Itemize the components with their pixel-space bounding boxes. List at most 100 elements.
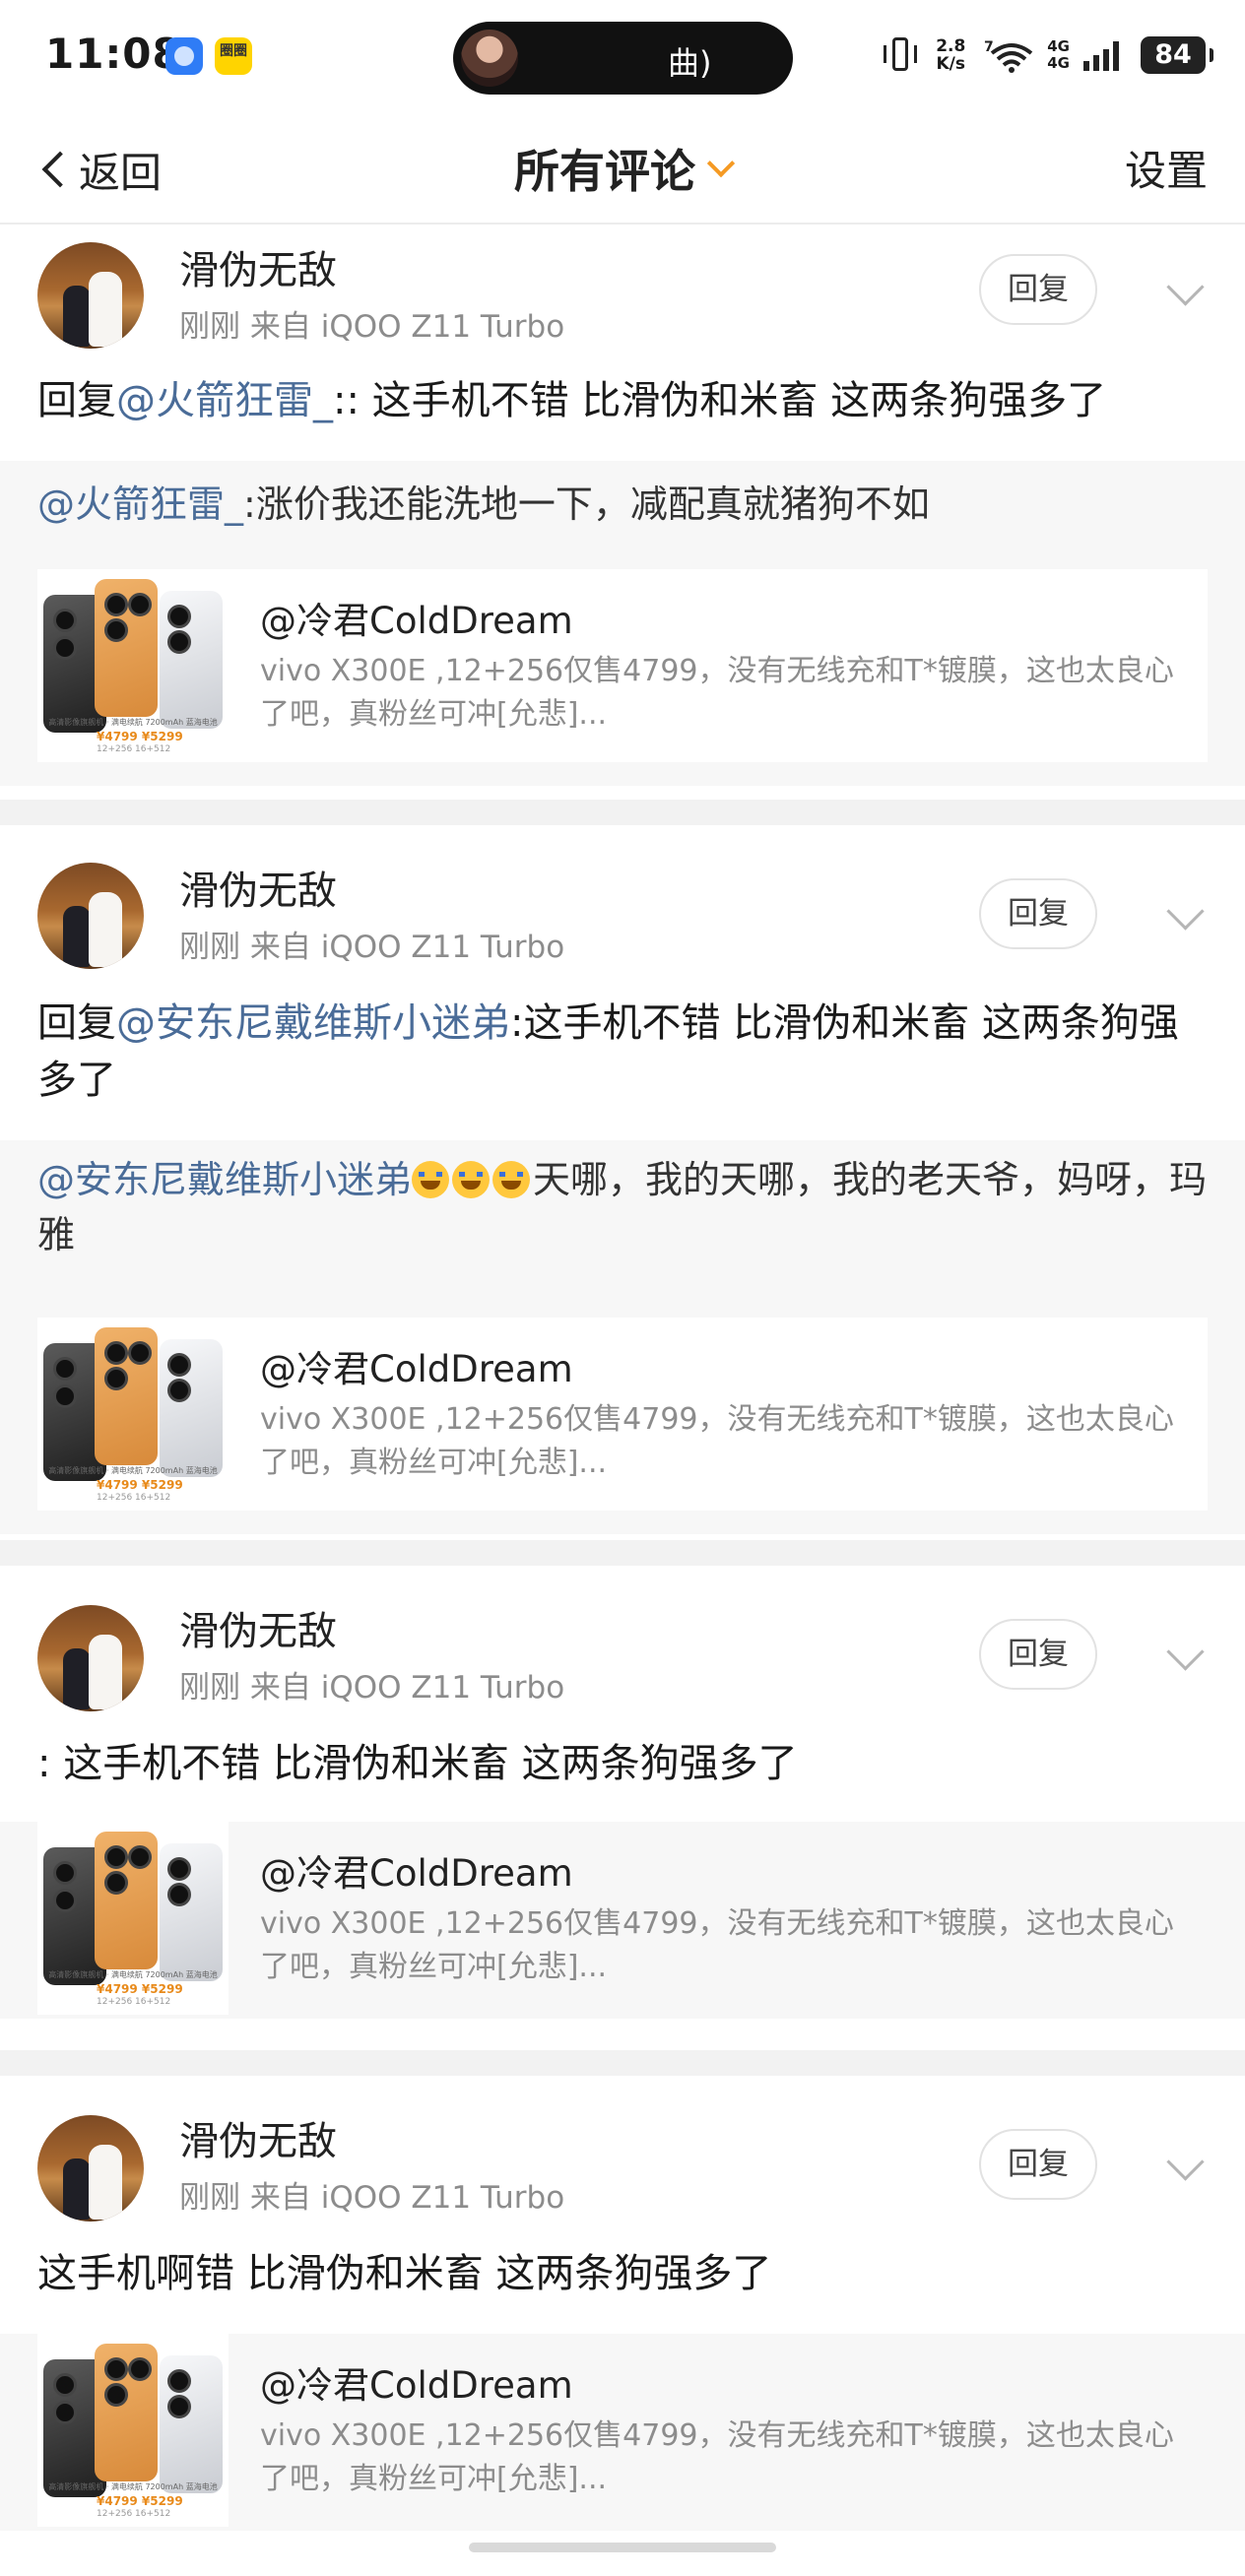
- comment-body: : 这手机不错 比滑伪和米畜 这两条狗强多了: [37, 1741, 798, 1786]
- media-title: 曲): [668, 44, 712, 82]
- link-card-container: 高清影像旗舰机 · 满电续航 7200mAh 蓝海电池 ¥4799 ¥5299 …: [0, 1822, 1245, 2019]
- quoted-comment[interactable]: @火箭狂雷_:涨价我还能洗地一下，减配真就猪狗不如 高清影像旗舰机 · 满电续航…: [0, 461, 1245, 786]
- notification-app-icon: [165, 37, 203, 75]
- quoted-body: :涨价我还能洗地一下，减配真就猪狗不如: [243, 483, 930, 526]
- thumb-price: ¥4799 ¥5299: [97, 730, 183, 743]
- quoted-text: @火箭狂雷_:涨价我还能洗地一下，减配真就猪狗不如: [37, 477, 1210, 532]
- thumb-spec: 12+256 16+512: [97, 1997, 171, 2007]
- notification-badge-icon: 圈圈: [215, 37, 252, 75]
- quoted-text: @安东尼戴维斯小迷弟 天哪，我的天哪，我的老天爷，妈呀，玛雅: [37, 1152, 1210, 1262]
- reply-button[interactable]: 回复: [979, 878, 1097, 949]
- laugh-cry-emoji-icon: [452, 1161, 491, 1198]
- avatar[interactable]: [37, 242, 144, 349]
- comment-item: 滑伪无敌 刚刚 来自 iQOO Z11 Turbo 回复 : 这手机不错 比滑伪…: [0, 1566, 1245, 2048]
- home-indicator[interactable]: [469, 2543, 776, 2552]
- card-thumbnail: 高清影像旗舰机 · 满电续航 7200mAh 蓝海电池 ¥4799 ¥5299 …: [37, 1318, 229, 1511]
- status-bar: 11:08 圈圈 曲) 2.8 K/s 7 4G 4G 84: [0, 0, 1245, 113]
- reply-button[interactable]: 回复: [979, 2129, 1097, 2200]
- thumb-caption: 高清影像旗舰机 · 满电续航 7200mAh 蓝海电池: [48, 1970, 218, 1979]
- chevron-down-icon[interactable]: [1166, 892, 1205, 931]
- card-title: @冷君ColdDream: [260, 2364, 573, 2407]
- card-description: vivo X300E ,12+256仅售4799，没有无线充和T*镀膜，这也太良…: [260, 1402, 1174, 1480]
- link-card[interactable]: 高清影像旗舰机 · 满电续航 7200mAh 蓝海电池 ¥4799 ¥5299 …: [37, 1822, 1208, 2015]
- quoted-comment[interactable]: @安东尼戴维斯小迷弟 天哪，我的天哪，我的老天爷，妈呀，玛雅 高清影像旗舰机 · …: [0, 1140, 1245, 1534]
- thumb-price: ¥4799 ¥5299: [97, 2494, 183, 2508]
- chevron-down-icon: [706, 149, 736, 178]
- comment-text: :: 这手机不错 比滑伪和米畜 这两条狗强多了: [333, 378, 1107, 423]
- avatar[interactable]: [37, 1605, 144, 1711]
- settings-button[interactable]: 设置: [1125, 138, 1208, 198]
- signal-type-bottom: 4G: [1047, 54, 1070, 72]
- top-nav-bar: 返回 所有评论 设置: [0, 116, 1245, 225]
- card-description: vivo X300E ,12+256仅售4799，没有无线充和T*镀膜，这也太良…: [260, 1906, 1174, 1984]
- card-description: vivo X300E ,12+256仅售4799，没有无线充和T*镀膜，这也太良…: [260, 2418, 1174, 2496]
- page-title: 所有评论: [0, 136, 1245, 201]
- thumb-spec: 12+256 16+512: [97, 1493, 171, 1503]
- battery-icon: 84: [1141, 36, 1213, 74]
- username[interactable]: 滑伪无敌: [179, 238, 337, 295]
- link-card[interactable]: 高清影像旗舰机 · 满电续航 7200mAh 蓝海电池 ¥4799 ¥5299 …: [37, 1318, 1208, 1511]
- cellular-type: 4G 4G: [1047, 38, 1070, 72]
- comment-meta: 刚刚 来自 iQOO Z11 Turbo: [179, 2180, 565, 2216]
- net-speed-unit: K/s: [936, 54, 965, 74]
- comment-body: 这手机啊错 比滑伪和米畜 这两条狗强多了: [37, 2251, 772, 2296]
- thumb-spec: 12+256 16+512: [97, 744, 171, 754]
- card-title: @冷君ColdDream: [260, 600, 573, 642]
- username[interactable]: 滑伪无敌: [179, 1599, 337, 1656]
- username[interactable]: 滑伪无敌: [179, 2109, 337, 2166]
- comment-item: 滑伪无敌 刚刚 来自 iQOO Z11 Turbo 回复 回复@火箭狂雷_:: …: [0, 225, 1245, 796]
- comment-body: 回复@火箭狂雷_:: 这手机不错 比滑伪和米畜 这两条狗强多了: [37, 372, 1210, 429]
- status-time: 11:08: [45, 30, 182, 78]
- thumb-spec: 12+256 16+512: [97, 2509, 171, 2519]
- media-cover-icon: [461, 30, 518, 87]
- link-card[interactable]: 高清影像旗舰机 · 满电续航 7200mAh 蓝海电池 ¥4799 ¥5299 …: [37, 569, 1208, 762]
- mention-link[interactable]: @火箭狂雷_: [37, 483, 243, 526]
- comment-body: 回复@安东尼戴维斯小迷弟:这手机不错 比滑伪和米畜 这两条狗强多了: [37, 995, 1210, 1109]
- comment-prefix: 回复: [37, 378, 116, 423]
- badge-label: 圈圈: [220, 43, 247, 59]
- net-speed-value: 2.8: [936, 36, 966, 56]
- avatar[interactable]: [37, 863, 144, 969]
- comment-meta: 刚刚 来自 iQOO Z11 Turbo: [179, 309, 565, 345]
- laugh-cry-emoji-icon: [412, 1161, 450, 1198]
- link-card-container: 高清影像旗舰机 · 满电续航 7200mAh 蓝海电池 ¥4799 ¥5299 …: [0, 2334, 1245, 2531]
- mention-link[interactable]: @安东尼戴维斯小迷弟: [116, 1000, 510, 1046]
- wifi-icon: 7: [984, 39, 1033, 73]
- reply-button[interactable]: 回复: [979, 1619, 1097, 1690]
- dynamic-island-media[interactable]: 曲): [453, 22, 793, 95]
- signal-bars-icon: [1083, 39, 1127, 71]
- comment-meta: 刚刚 来自 iQOO Z11 Turbo: [179, 930, 565, 965]
- network-speed: 2.8 K/s: [931, 37, 970, 73]
- link-card[interactable]: 高清影像旗舰机 · 满电续航 7200mAh 蓝海电池 ¥4799 ¥5299 …: [37, 2334, 1208, 2527]
- avatar[interactable]: [37, 2115, 144, 2222]
- comment-item: 滑伪无敌 刚刚 来自 iQOO Z11 Turbo 回复 回复@安东尼戴维斯小迷…: [0, 825, 1245, 1534]
- thumb-price: ¥4799 ¥5299: [97, 1982, 183, 1996]
- thumb-caption: 高清影像旗舰机 · 满电续航 7200mAh 蓝海电池: [48, 1466, 218, 1475]
- card-description: vivo X300E ,12+256仅售4799，没有无线充和T*镀膜，这也太良…: [260, 654, 1174, 732]
- signal-type-top: 4G: [1047, 37, 1070, 55]
- card-title: @冷君ColdDream: [260, 1852, 573, 1895]
- card-thumbnail: 高清影像旗舰机 · 满电续航 7200mAh 蓝海电池 ¥4799 ¥5299 …: [37, 569, 229, 762]
- card-title: @冷君ColdDream: [260, 1348, 573, 1390]
- username[interactable]: 滑伪无敌: [179, 859, 337, 916]
- reply-button[interactable]: 回复: [979, 254, 1097, 325]
- comment-meta: 刚刚 来自 iQOO Z11 Turbo: [179, 1670, 565, 1706]
- chevron-down-icon[interactable]: [1166, 1633, 1205, 1671]
- section-divider: [0, 800, 1245, 825]
- thumb-caption: 高清影像旗舰机 · 满电续航 7200mAh 蓝海电池: [48, 2482, 218, 2491]
- chevron-down-icon[interactable]: [1166, 268, 1205, 306]
- comment-prefix: 回复: [37, 1000, 116, 1046]
- mention-link[interactable]: @安东尼戴维斯小迷弟: [37, 1158, 412, 1201]
- comment-filter-dropdown[interactable]: 所有评论: [514, 136, 736, 201]
- thumb-price: ¥4799 ¥5299: [97, 1478, 183, 1492]
- card-thumbnail: 高清影像旗舰机 · 满电续航 7200mAh 蓝海电池 ¥4799 ¥5299 …: [37, 2334, 229, 2527]
- mention-link[interactable]: @火箭狂雷_: [116, 378, 333, 423]
- card-thumbnail: 高清影像旗舰机 · 满电续航 7200mAh 蓝海电池 ¥4799 ¥5299 …: [37, 1822, 229, 2015]
- vibrate-icon: [884, 35, 918, 75]
- thumb-caption: 高清影像旗舰机 · 满电续航 7200mAh 蓝海电池: [48, 718, 218, 727]
- page-title-text: 所有评论: [514, 145, 695, 198]
- section-divider: [0, 2050, 1245, 2076]
- laugh-cry-emoji-icon: [492, 1161, 531, 1198]
- comment-item: 滑伪无敌 刚刚 来自 iQOO Z11 Turbo 回复 这手机啊错 比滑伪和米…: [0, 2076, 1245, 2576]
- chevron-down-icon[interactable]: [1166, 2143, 1205, 2181]
